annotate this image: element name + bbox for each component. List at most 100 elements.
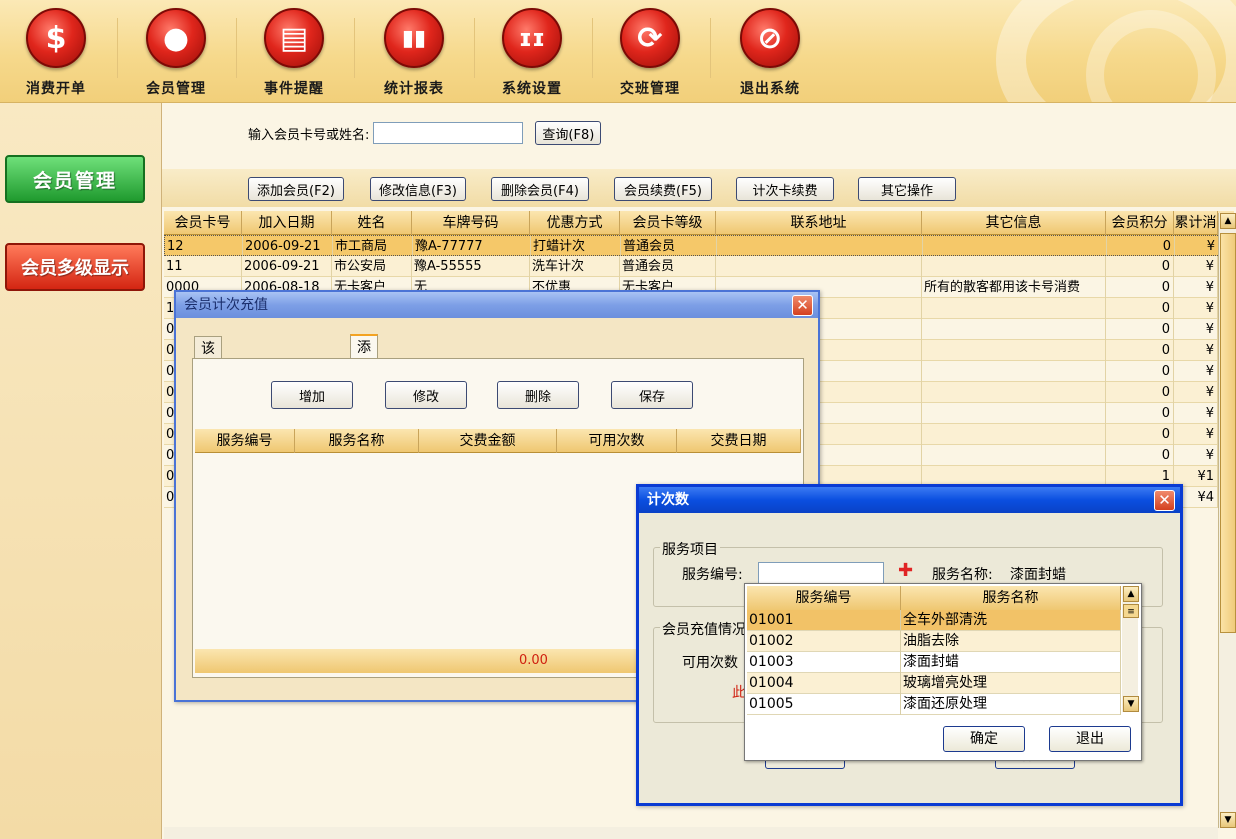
dropdown-option[interactable]: 01001 全车外部清洗 xyxy=(747,610,1121,631)
column-header[interactable]: 服务名称 xyxy=(295,429,419,453)
count-grid-header: 服务编号 服务名称 交费金额 可用次数 交费日期 xyxy=(195,429,801,453)
table-cell-address xyxy=(717,236,923,257)
table-row[interactable]: 12 2006-09-21 市工商局 豫A-77777 打蜡计次 普通会员 0 ¥ xyxy=(164,235,1234,257)
toolbar-button-reminder[interactable]: ▤ 事件提醒 xyxy=(244,8,344,100)
table-cell-total: ¥ xyxy=(1174,277,1218,298)
table-cell-info xyxy=(922,319,1106,340)
dropdown-header: 服务编号 服务名称 xyxy=(747,586,1121,610)
toolbar-button-reports[interactable]: ▮▮ 统计报表 xyxy=(364,8,464,100)
edit-button[interactable]: 修改 xyxy=(385,381,467,409)
table-cell-total: ¥ xyxy=(1174,424,1218,445)
table-cell-points: 0 xyxy=(1106,445,1174,466)
table-cell-discount: 洗车计次 xyxy=(530,256,620,277)
column-header[interactable]: 优惠方式 xyxy=(530,211,620,235)
column-header[interactable]: 交费金额 xyxy=(419,429,557,453)
toolbar-button-settings[interactable]: ɪɪ 系统设置 xyxy=(482,8,582,100)
table-cell-date: 2006-09-21 xyxy=(242,256,332,277)
table-cell-points: 0 xyxy=(1106,319,1174,340)
column-header[interactable]: 加入日期 xyxy=(242,211,332,235)
column-header[interactable]: 姓名 xyxy=(332,211,412,235)
main-toolbar: $ 消费开单 ● 会员管理 ▤ 事件提醒 ▮▮ 统计报表 ɪɪ 系统设置 ⟳ 交… xyxy=(0,0,1236,103)
delete-member-button[interactable]: 删除会员(F4) xyxy=(491,177,589,201)
option-name: 玻璃增亮处理 xyxy=(901,673,1121,694)
tab-consumption[interactable]: 该会员计次消费情况 xyxy=(194,336,222,549)
dropdown-scrollbar[interactable]: ▲ ≡ ▼ xyxy=(1122,586,1139,712)
dropdown-option[interactable]: 01003 漆面封蜡 xyxy=(747,652,1121,673)
groupbox-title: 服务项目 xyxy=(660,539,720,559)
search-input[interactable] xyxy=(373,122,524,144)
scrollbar-thumb[interactable]: ≡ xyxy=(1123,604,1139,618)
table-cell-total: ¥ xyxy=(1174,361,1218,382)
sidebar: 会员管理 会员多级显示 xyxy=(0,103,162,839)
sidebar-item-member-management[interactable]: 会员管理 xyxy=(5,155,145,203)
delete-button[interactable]: 删除 xyxy=(497,381,579,409)
tab-add-count-item[interactable]: 添加新的计次项目 xyxy=(350,334,378,524)
dialog-title: 计次数 xyxy=(639,487,1180,513)
vertical-scrollbar[interactable]: ▲ ▼ xyxy=(1218,213,1236,828)
table-cell-card: 12 xyxy=(165,236,243,257)
table-cell-address xyxy=(716,256,922,277)
person-icon: ● xyxy=(146,8,206,68)
dollar-icon: $ xyxy=(26,8,86,68)
column-header[interactable]: 交费日期 xyxy=(677,429,801,453)
sidebar-item-member-tree[interactable]: 会员多级显示 xyxy=(5,243,145,291)
column-header[interactable]: 累计消 xyxy=(1174,211,1218,235)
other-actions-button[interactable]: 其它操作 xyxy=(858,177,956,201)
table-cell-total: ¥ xyxy=(1174,382,1218,403)
service-code-label: 服务编号: xyxy=(682,567,743,583)
scroll-up-icon[interactable]: ▲ xyxy=(1123,586,1139,602)
edit-info-button[interactable]: 修改信息(F3) xyxy=(370,177,466,201)
table-cell-points: 0 xyxy=(1106,361,1174,382)
service-code-input[interactable] xyxy=(758,562,884,584)
toolbar-button-member[interactable]: ● 会员管理 xyxy=(126,8,226,100)
toolbar-button-shift[interactable]: ⟳ 交班管理 xyxy=(600,8,700,100)
horizontal-scrollbar[interactable] xyxy=(164,827,1218,839)
dialog-title: 会员计次充值 xyxy=(176,292,818,318)
save-button[interactable]: 保存 xyxy=(611,381,693,409)
add-button[interactable]: 增加 xyxy=(271,381,353,409)
confirm-button[interactable]: 确定 xyxy=(943,726,1025,752)
column-header[interactable]: 车牌号码 xyxy=(412,211,530,235)
available-count-label: 可用次数 xyxy=(682,655,738,671)
dropdown-option[interactable]: 01002 油脂去除 xyxy=(747,631,1121,652)
table-cell-date: 2006-09-21 xyxy=(243,236,333,257)
table-cell-info: 所有的散客都用该卡号消费 xyxy=(922,277,1106,298)
column-header[interactable]: 可用次数 xyxy=(557,429,677,453)
bar-chart-icon: ▮▮ xyxy=(384,8,444,68)
toolbar-button-checkout[interactable]: $ 消费开单 xyxy=(6,8,106,100)
scroll-down-icon[interactable]: ▼ xyxy=(1220,812,1236,828)
column-header[interactable]: 其它信息 xyxy=(922,211,1106,235)
table-cell-info xyxy=(922,382,1106,403)
table-cell-total: ¥ xyxy=(1174,445,1218,466)
add-member-button[interactable]: 添加会员(F2) xyxy=(248,177,344,201)
dropdown-option[interactable]: 01005 漆面还原处理 xyxy=(747,694,1121,715)
scrollbar-thumb[interactable] xyxy=(1220,233,1236,633)
scroll-down-icon[interactable]: ▼ xyxy=(1123,696,1139,712)
column-header[interactable]: 联系地址 xyxy=(716,211,922,235)
table-cell-points: 0 xyxy=(1106,403,1174,424)
column-header[interactable]: 会员卡号 xyxy=(164,211,242,235)
column-header[interactable]: 会员积分 xyxy=(1106,211,1174,235)
table-cell-info xyxy=(922,424,1106,445)
table-cell-plate: 豫A-55555 xyxy=(412,256,530,277)
member-renew-button[interactable]: 会员续费(F5) xyxy=(614,177,712,201)
count-card-renew-button[interactable]: 计次卡续费 xyxy=(736,177,834,201)
column-header[interactable]: 服务编号 xyxy=(195,429,295,453)
option-code: 01002 xyxy=(747,631,901,652)
close-icon[interactable]: ✕ xyxy=(1154,490,1175,511)
exit-button[interactable]: 退出 xyxy=(1049,726,1131,752)
toolbar-label: 系统设置 xyxy=(502,81,562,97)
table-row[interactable]: 11 2006-09-21 市公安局 豫A-55555 洗车计次 普通会员 0 ¥ xyxy=(164,256,1234,277)
option-name: 漆面封蜡 xyxy=(901,652,1121,673)
close-icon[interactable]: ✕ xyxy=(792,295,813,316)
refresh-icon: ⟳ xyxy=(620,8,680,68)
plus-icon[interactable]: ✚ xyxy=(898,560,913,581)
scroll-up-icon[interactable]: ▲ xyxy=(1220,213,1236,229)
toolbar-button-exit[interactable]: ⊘ 退出系统 xyxy=(720,8,820,100)
table-cell-points: 0 xyxy=(1106,277,1174,298)
query-button[interactable]: 查询(F8) xyxy=(535,121,602,145)
dropdown-option[interactable]: 01004 玻璃增亮处理 xyxy=(747,673,1121,694)
column-header: 服务名称 xyxy=(901,586,1121,610)
table-cell-name: 市工商局 xyxy=(333,236,413,257)
column-header[interactable]: 会员卡等级 xyxy=(620,211,716,235)
